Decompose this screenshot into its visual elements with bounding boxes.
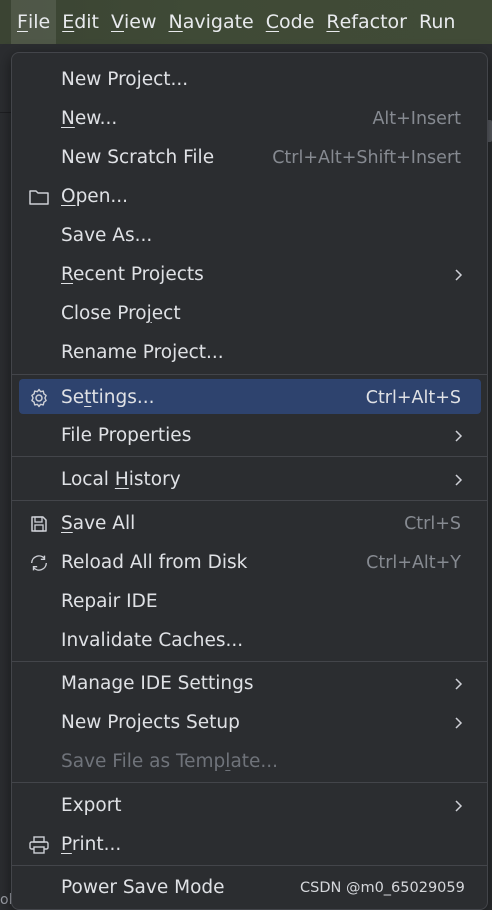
menu-item-label: New... (61, 108, 118, 129)
file-menu-popup: New Project... New... Alt+Insert New Scr… (11, 52, 488, 910)
menu-item-save-as[interactable]: Save As... (12, 216, 487, 255)
gear-icon (28, 387, 50, 409)
menu-item-label: Reload All from Disk (61, 552, 248, 573)
chevron-right-icon (455, 268, 463, 281)
menu-item-label: Save As... (61, 225, 153, 246)
menu-run[interactable]: Ru n (413, 0, 461, 44)
menu-item-label: Save File as Template... (61, 751, 279, 772)
menu-item-label: Repair IDE (61, 591, 158, 612)
menu-code[interactable]: Code (260, 0, 321, 44)
menu-item-label: Power Save Mode (61, 877, 225, 898)
menu-separator (12, 456, 487, 457)
menu-item-invalidate-caches[interactable]: Invalidate Caches... (12, 621, 487, 660)
shortcut-label: Ctrl+Alt+Shift+Insert (272, 147, 461, 168)
menu-item-rename-project[interactable]: Rename Project... (12, 333, 487, 372)
menu-item-local-history[interactable]: Local History (12, 460, 487, 499)
menu-item-label: Manage IDE Settings (61, 673, 254, 694)
menu-item-label: Local History (61, 469, 181, 490)
menu-separator (12, 661, 487, 662)
menu-item-label: Export (61, 795, 122, 816)
menu-item-print[interactable]: Print... (12, 825, 487, 864)
menu-item-new-project[interactable]: New Project... (12, 60, 487, 99)
chevron-right-icon (455, 429, 463, 442)
menu-item-label: New Scratch File (61, 147, 215, 168)
watermark: CSDN @m0_65029059 (300, 880, 465, 896)
menu-item-save-all[interactable]: Save All Ctrl+S (12, 504, 487, 543)
main-menu-bar: File Edit View Navigate Code Refactor Ru… (0, 0, 492, 44)
menu-separator (12, 500, 487, 501)
menu-item-label: Open... (61, 186, 129, 207)
menu-item-close-project[interactable]: Close Project (12, 294, 487, 333)
chevron-right-icon (455, 799, 463, 812)
chevron-right-icon (455, 677, 463, 690)
shortcut-label: Alt+Insert (372, 108, 461, 129)
reload-icon (28, 552, 50, 574)
menu-item-label: Invalidate Caches... (61, 630, 244, 651)
menu-item-new-projects-setup[interactable]: New Projects Setup (12, 703, 487, 742)
menu-item-recent-projects[interactable]: Recent Projects (12, 255, 487, 294)
menu-separator (12, 782, 487, 783)
menu-item-reload-all-from-disk[interactable]: Reload All from Disk Ctrl+Alt+Y (12, 543, 487, 582)
chevron-right-icon (455, 473, 463, 486)
menu-item-label: New Projects Setup (61, 712, 240, 733)
menu-navigate[interactable]: Navigate (163, 0, 260, 44)
menu-item-new-scratch-file[interactable]: New Scratch File Ctrl+Alt+Shift+Insert (12, 138, 487, 177)
menu-item-save-file-as-template: Save File as Template... (12, 742, 487, 781)
menu-item-label: Settings... (61, 387, 155, 408)
menu-separator (12, 865, 487, 866)
floppy-disk-icon (28, 513, 50, 535)
menu-item-file-properties[interactable]: File Properties (12, 416, 487, 455)
menu-refactor[interactable]: Refactor (320, 0, 413, 44)
menu-item-new[interactable]: New... Alt+Insert (12, 99, 487, 138)
menu-separator (12, 374, 487, 375)
partial-text: ol (0, 892, 13, 908)
menu-item-settings[interactable]: Settings... Ctrl+Alt+S (12, 378, 487, 417)
menu-file[interactable]: File (11, 0, 57, 44)
folder-icon (28, 186, 50, 208)
menu-edit[interactable]: Edit (56, 0, 105, 44)
printer-icon (28, 834, 50, 856)
menu-item-label: Recent Projects (61, 264, 204, 285)
shortcut-label: Ctrl+Alt+Y (366, 552, 461, 573)
chevron-right-icon (455, 716, 463, 729)
menu-item-repair-ide[interactable]: Repair IDE (12, 582, 487, 621)
menu-item-open[interactable]: Open... (12, 177, 487, 216)
shortcut-label: Ctrl+S (404, 513, 461, 534)
menu-item-label: Rename Project... (61, 342, 224, 363)
menu-item-label: New Project... (61, 69, 189, 90)
menu-item-label: Save All (61, 513, 136, 534)
menu-item-export[interactable]: Export (12, 786, 487, 825)
shortcut-label: Ctrl+Alt+S (365, 387, 461, 408)
menu-item-manage-ide-settings[interactable]: Manage IDE Settings (12, 664, 487, 703)
menu-item-label: Print... (61, 834, 122, 855)
menu-item-label: Close Project (61, 303, 181, 324)
menu-item-label: File Properties (61, 425, 192, 446)
menu-view[interactable]: View (105, 0, 163, 44)
